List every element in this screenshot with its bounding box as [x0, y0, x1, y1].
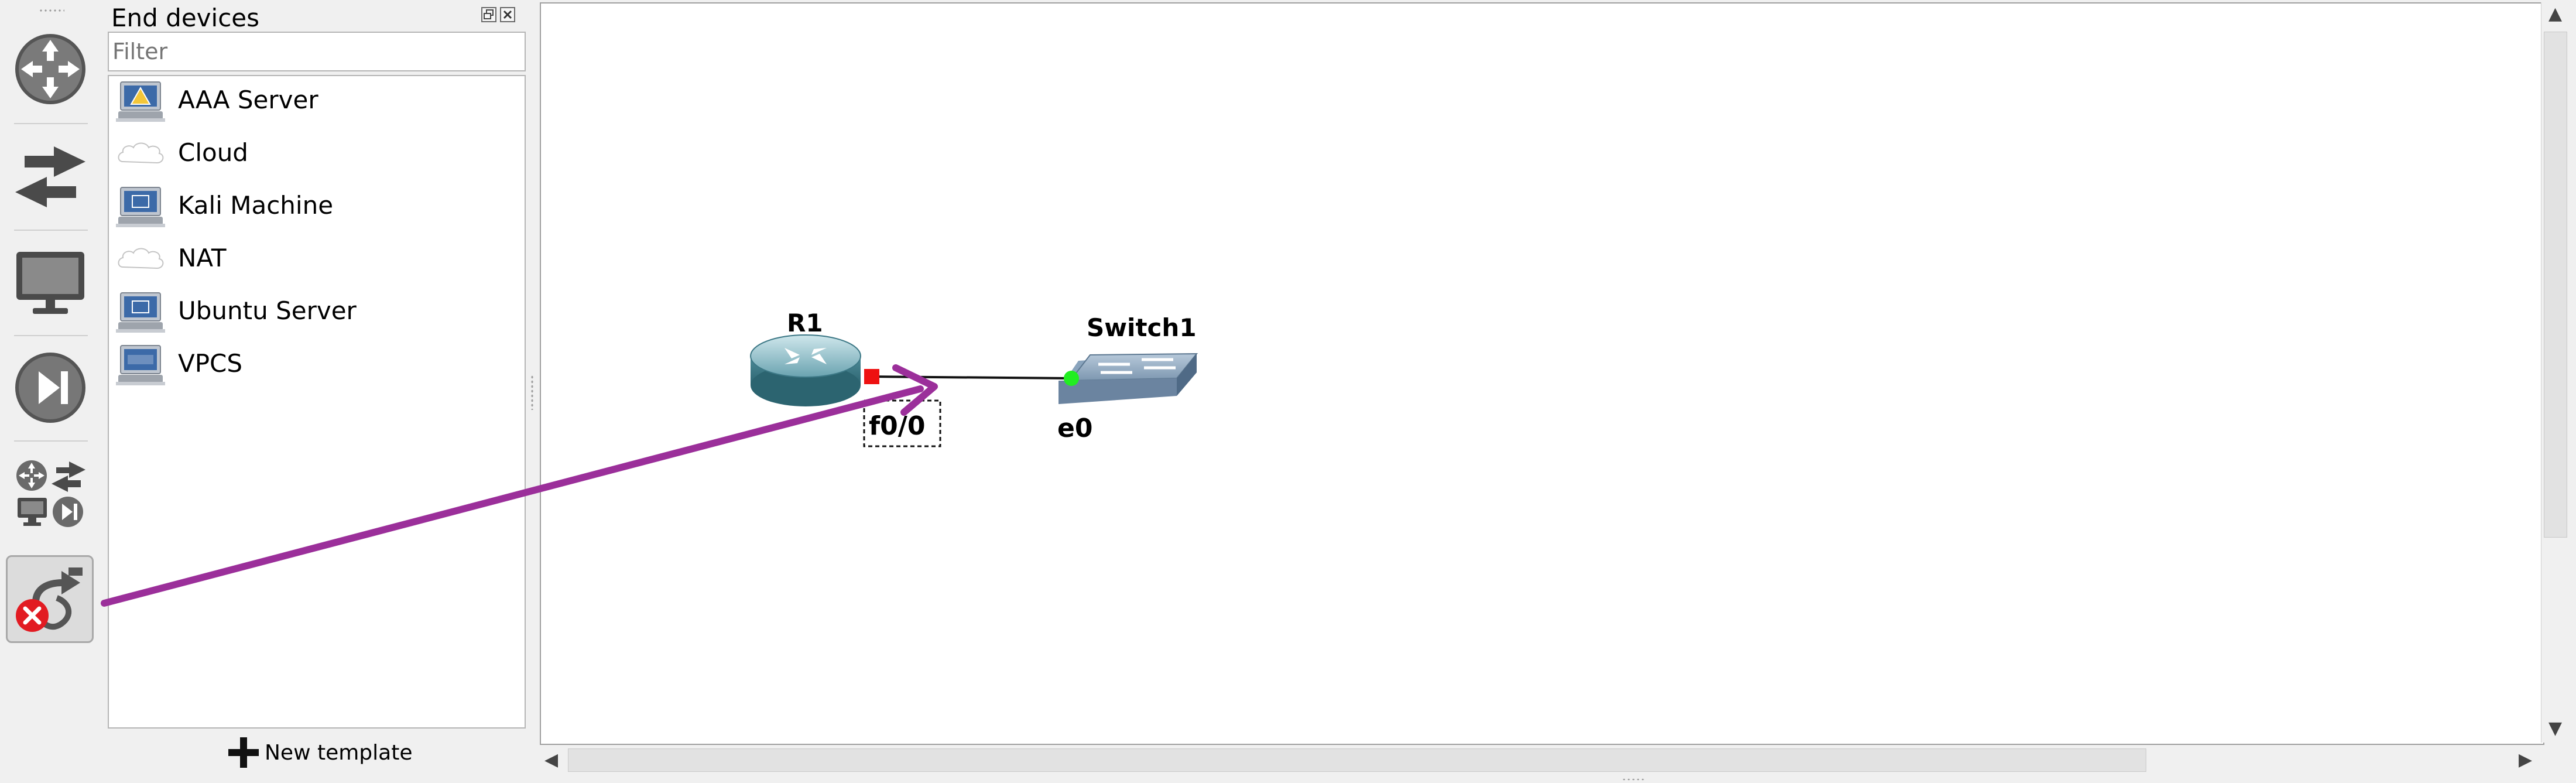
device-label: AAA Server — [178, 86, 318, 114]
device-label: Kali Machine — [178, 191, 334, 220]
list-item-kali-machine[interactable]: Kali Machine — [109, 182, 525, 231]
status-grip — [1622, 778, 1645, 781]
vpcs-computer-icon — [116, 345, 165, 385]
close-icon — [503, 10, 512, 19]
browse-all-devices-button[interactable] — [8, 451, 93, 535]
server-icon — [116, 81, 165, 122]
all-devices-icon — [16, 460, 85, 527]
device-label: Cloud — [178, 138, 248, 167]
new-template-label: New template — [265, 740, 413, 765]
add-link-button[interactable] — [6, 555, 94, 643]
filter-input[interactable] — [108, 32, 526, 71]
dock-float-button[interactable] — [481, 7, 496, 22]
list-item-nat[interactable]: NAT — [109, 234, 525, 283]
toolbar-separator — [14, 440, 88, 442]
cloud-icon — [118, 248, 164, 269]
toolbar-grip[interactable] — [39, 8, 64, 13]
end-devices-dock: End devices AAA Server — [103, 0, 528, 783]
device-label: NAT — [178, 244, 227, 272]
play-next-icon — [15, 353, 85, 423]
list-item-ubuntu-server[interactable]: Ubuntu Server — [109, 287, 525, 336]
vertical-scrollbar[interactable]: ▲ ▼ — [2541, 2, 2570, 743]
browse-routers-button[interactable] — [8, 27, 93, 111]
list-item-vpcs[interactable]: VPCS — [109, 340, 525, 389]
toolbar-separator — [14, 123, 88, 124]
device-label: Ubuntu Server — [178, 296, 357, 325]
horizontal-scroll-thumb[interactable] — [568, 748, 2146, 772]
toolbar-separator — [14, 335, 88, 336]
cloud-icon — [118, 142, 164, 164]
browse-security-devices-button[interactable] — [8, 346, 93, 430]
monitor-icon — [16, 252, 84, 314]
device-toolbar — [0, 0, 102, 783]
list-item-aaa-server[interactable]: AAA Server — [109, 76, 525, 125]
device-list: AAA Server Cloud Kali Machine NAT Ubuntu… — [108, 75, 526, 729]
list-item-cloud[interactable]: Cloud — [109, 129, 525, 178]
float-icon — [484, 9, 494, 19]
switch-arrows-icon — [15, 146, 85, 207]
vm-computer-icon — [116, 187, 165, 227]
vertical-scroll-thumb[interactable] — [2544, 32, 2567, 538]
dock-close-button[interactable] — [500, 7, 515, 22]
dock-splitter-handle[interactable] — [530, 375, 534, 410]
new-template-button[interactable]: New template — [226, 732, 412, 773]
scroll-right-arrow-icon[interactable]: ▶ — [2519, 750, 2532, 770]
device-label: VPCS — [178, 349, 243, 378]
cancel-link-icon — [16, 567, 83, 632]
router-icon — [15, 34, 85, 104]
browse-switches-button[interactable] — [8, 135, 93, 219]
router-node[interactable] — [750, 334, 861, 406]
horizontal-scrollbar[interactable]: ◀ ▶ — [540, 745, 2542, 775]
scroll-left-arrow-icon[interactable]: ◀ — [544, 750, 558, 770]
plus-icon — [228, 737, 259, 768]
browse-end-devices-button[interactable] — [8, 240, 93, 324]
toolbar-separator — [14, 230, 88, 231]
dock-title: End devices — [111, 4, 260, 32]
scroll-down-arrow-icon[interactable]: ▼ — [2548, 718, 2562, 738]
vm-computer-icon — [116, 292, 165, 333]
scroll-up-arrow-icon[interactable]: ▲ — [2548, 4, 2562, 24]
